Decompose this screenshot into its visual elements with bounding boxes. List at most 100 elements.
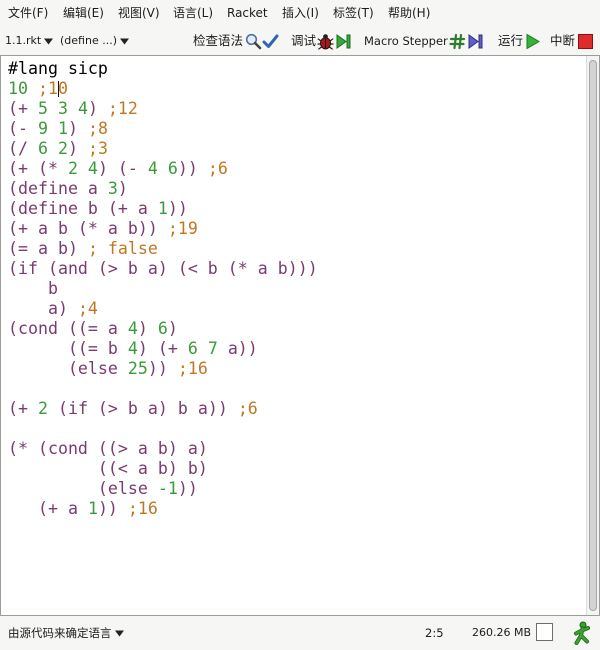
- syntax-symbol: ): [67, 119, 88, 138]
- code-line: (define b (+ a 1)): [8, 199, 583, 219]
- syntax-symbol: (+ a b (* a b)): [8, 219, 168, 238]
- status-bar: 由源代码来确定语言 2:5 260.26 MB: [0, 616, 600, 650]
- syntax-comment: ;3: [87, 139, 108, 158]
- syntax-symbol: (else: [8, 479, 158, 498]
- checkmark-icon: [262, 34, 279, 48]
- gc-box-icon[interactable]: [536, 623, 553, 641]
- define-dropdown[interactable]: (define ...): [60, 33, 129, 49]
- check-syntax-button[interactable]: 检查语法: [190, 29, 280, 53]
- syntax-comment: ; false: [87, 239, 158, 258]
- code-area[interactable]: #lang sicp 10 ;10 (+ 5 3 4) ;12 (- 9 1) ;8(…: [8, 59, 583, 519]
- syntax-number: 1: [157, 199, 168, 218]
- menu-help[interactable]: 帮助(H): [388, 5, 430, 21]
- syntax-symbol: (+ (*: [8, 159, 68, 178]
- syntax-symbol: (define b (+ a: [8, 199, 158, 218]
- code-line: (if (and (> b a) (< b (* a b))): [8, 259, 583, 279]
- syntax-lang: #lang sicp: [8, 59, 108, 78]
- syntax-symbol: (cond ((= a: [8, 319, 128, 338]
- syntax-symbol: ((= b: [8, 339, 128, 358]
- code-line: 10 ;10: [8, 79, 583, 99]
- scrollbar-thumb[interactable]: [589, 60, 597, 611]
- syntax-symbol: )): [177, 159, 208, 178]
- break-button[interactable]: 中断: [547, 29, 597, 53]
- syntax-comment: ;4: [77, 299, 98, 318]
- check-syntax-label: 检查语法: [193, 33, 244, 48]
- bug-icon: [317, 33, 334, 50]
- syntax-symbol: (-: [8, 119, 38, 138]
- hash-icon: [449, 33, 466, 49]
- syntax-symbol: (+: [8, 399, 38, 418]
- file-dropdown-label: 1.1.rkt: [5, 34, 42, 47]
- macro-stepper-button[interactable]: Macro Stepper: [361, 29, 488, 53]
- code-line: (+ 5 3 4) ;12: [8, 99, 583, 119]
- syntax-number: 6 2: [37, 139, 68, 158]
- syntax-symbol: (if (and (> b a) (< b (* a b))): [8, 259, 318, 278]
- syntax-number: 1: [87, 499, 98, 518]
- syntax-symbol: ) (-: [97, 159, 148, 178]
- file-dropdown[interactable]: 1.1.rkt: [5, 33, 54, 49]
- syntax-number: -1: [157, 479, 178, 498]
- syntax-comment: ;10: [37, 79, 68, 98]
- syntax-number: 2 4: [67, 159, 98, 178]
- menu-view[interactable]: 视图(V): [118, 5, 160, 21]
- syntax-comment: ;16: [177, 359, 208, 378]
- syntax-symbol: ): [67, 139, 88, 158]
- define-dropdown-label: (define ...): [60, 34, 117, 47]
- syntax-symbol: )): [167, 199, 188, 218]
- running-icon: [574, 621, 590, 645]
- debug-button[interactable]: 调试: [288, 29, 354, 53]
- chevron-down-icon: [114, 630, 124, 636]
- syntax-number: 4: [127, 339, 138, 358]
- macro-stepper-label: Macro Stepper: [364, 34, 448, 48]
- syntax-comment: ;19: [167, 219, 198, 238]
- code-line: (/ 6 2) ;3: [8, 139, 583, 159]
- definitions-editor[interactable]: #lang sicp 10 ;10 (+ 5 3 4) ;12 (- 9 1) ;8(…: [0, 55, 600, 616]
- syntax-symbol: (+: [8, 99, 38, 118]
- menu-racket[interactable]: Racket: [227, 5, 268, 21]
- stop-icon: [578, 33, 593, 49]
- code-line: (- 9 1) ;8: [8, 119, 583, 139]
- text-cursor: [57, 81, 59, 97]
- magnifier-icon: [245, 33, 262, 49]
- code-line: (else -1)): [8, 479, 583, 499]
- syntax-symbol: ((< a b) b): [8, 459, 208, 478]
- syntax-symbol: ) (+: [137, 339, 188, 358]
- code-line: (+ a b (* a b)) ;19: [8, 219, 583, 239]
- syntax-symbol: ): [117, 179, 128, 198]
- syntax-symbol: )): [147, 359, 178, 378]
- memory-usage: 260.26 MB: [472, 626, 532, 639]
- syntax-number: 4 6: [147, 159, 178, 178]
- code-line: (+ (* 2 4) (- 4 6)) ;6: [8, 159, 583, 179]
- code-line: a) ;4: [8, 299, 583, 319]
- syntax-symbol: )): [177, 479, 198, 498]
- run-button[interactable]: 运行: [495, 29, 543, 53]
- syntax-number: 6: [157, 319, 168, 338]
- step-icon: [468, 33, 483, 49]
- menu-language[interactable]: 语言(L): [173, 5, 213, 21]
- syntax-symbol: ): [137, 319, 158, 338]
- code-line: b: [8, 279, 583, 299]
- code-line: (= a b) ; false: [8, 239, 583, 259]
- language-dropdown[interactable]: 由源代码来确定语言: [8, 625, 124, 641]
- language-dropdown-label: 由源代码来确定语言: [8, 626, 112, 640]
- syntax-number: 10: [8, 79, 38, 98]
- step-icon: [336, 33, 351, 49]
- syntax-symbol: (if (> b a) b a)): [47, 399, 238, 418]
- menu-file[interactable]: 文件(F): [8, 5, 48, 21]
- code-line: (define a 3): [8, 179, 583, 199]
- drracket-window: 文件(F) 编辑(E) 视图(V) 语言(L) Racket 插入(I) 标签(…: [0, 0, 600, 650]
- syntax-symbol: (/: [8, 139, 38, 158]
- menu-edit[interactable]: 编辑(E): [63, 5, 104, 21]
- syntax-number: 2: [37, 399, 48, 418]
- syntax-comment: ;12: [107, 99, 138, 118]
- syntax-number: 3: [107, 179, 118, 198]
- menu-insert[interactable]: 插入(I): [282, 5, 319, 21]
- vertical-scrollbar[interactable]: [586, 56, 599, 615]
- menu-tabs[interactable]: 标签(T): [333, 5, 374, 21]
- syntax-number: 25: [127, 359, 148, 378]
- syntax-symbol: ): [87, 99, 108, 118]
- syntax-symbol: (= a b): [8, 239, 88, 258]
- code-line: #lang sicp: [8, 59, 583, 79]
